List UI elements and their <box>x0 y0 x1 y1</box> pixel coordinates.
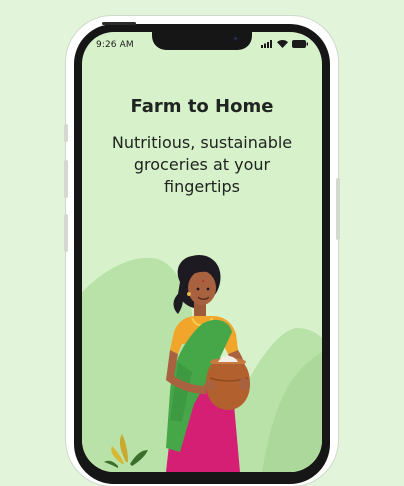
phone-power-button <box>336 178 340 240</box>
farmer-woman-illustration <box>82 254 322 472</box>
phone-volume-down-button <box>64 214 68 252</box>
earpiece-speaker <box>102 22 136 25</box>
phone-volume-up-button <box>64 160 68 198</box>
app-screen: 9:26 AM Farm to Home Nutritious, sustain… <box>82 32 322 472</box>
phone-side-button <box>64 124 68 142</box>
face <box>188 271 216 305</box>
